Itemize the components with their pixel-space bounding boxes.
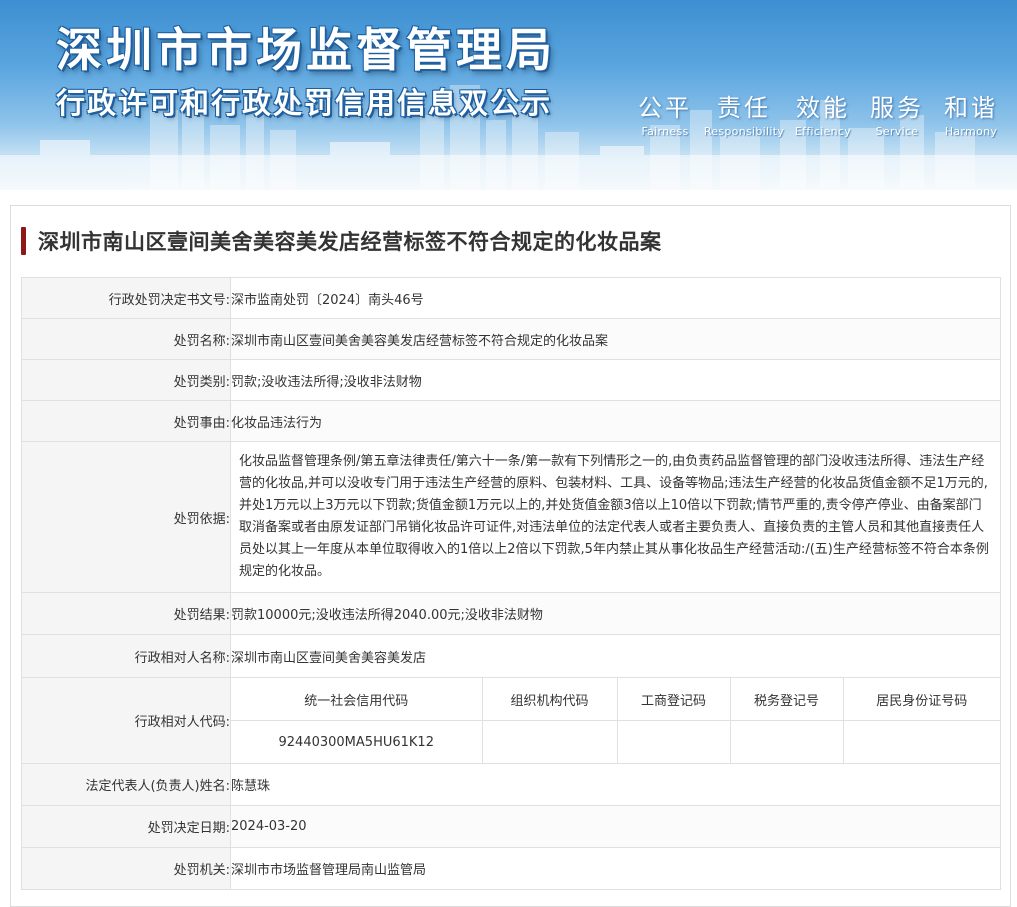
slogan-service: 服务 Service bbox=[860, 88, 934, 138]
table-row: 行政相对人名称: 深圳市南山区壹间美舍美容美发店 bbox=[21, 634, 1001, 678]
org-code-value bbox=[481, 720, 618, 763]
credit-code-value: 92440300MA5HU61K12 bbox=[231, 720, 483, 763]
slogan-cn: 效能 bbox=[796, 94, 850, 122]
penalty-name-value: 深圳市南山区壹间美舍美容美发店经营标签不符合规定的化妆品案 bbox=[230, 318, 1001, 360]
authority-value: 深圳市市场监督管理局南山监管局 bbox=[230, 847, 1001, 890]
table-row: 处罚依据: 化妆品监督管理条例/第五章法律责任/第六十一条/第一款有下列情形之一… bbox=[21, 441, 1001, 593]
field-label: 处罚类别: bbox=[21, 359, 231, 401]
table-row: 处罚机关: 深圳市市场监督管理局南山监管局 bbox=[21, 847, 1001, 890]
code-column-header: 组织机构代码 bbox=[481, 678, 618, 721]
case-title: 深圳市南山区壹间美舍美容美发店经营标签不符合规定的化妆品案 bbox=[38, 230, 662, 254]
table-row: 法定代表人(负责人)姓名: 陈慧珠 bbox=[21, 763, 1001, 806]
slogan-cn: 和谐 bbox=[944, 94, 998, 122]
id-number-value bbox=[842, 720, 1000, 763]
code-column-header: 税务登记号 bbox=[729, 678, 844, 721]
field-label: 处罚决定日期: bbox=[21, 805, 231, 848]
slogan-en: Service bbox=[875, 125, 919, 138]
slogan-fairness: 公平 Fairness bbox=[628, 88, 702, 138]
party-code-cell: 统一社会信用代码 组织机构代码 工商登记码 税务登记号 居民身份证号码 9244… bbox=[230, 677, 1001, 764]
table-row: 处罚类别: 罚款;没收违法所得;没收非法财物 bbox=[21, 359, 1001, 401]
slogan-harmony: 和谐 Harmony bbox=[934, 88, 1008, 138]
penalty-reason-value: 化妆品违法行为 bbox=[230, 400, 1001, 442]
header-banner: 深圳市市场监督管理局 行政许可和行政处罚信用信息双公示 公平 Fairness … bbox=[0, 0, 1017, 190]
field-label: 处罚事由: bbox=[21, 400, 231, 442]
slogan-cn: 服务 bbox=[870, 94, 924, 122]
field-label: 行政相对人代码: bbox=[21, 677, 231, 764]
tax-reg-value bbox=[729, 720, 844, 763]
slogan-cn: 公平 bbox=[638, 94, 692, 122]
slogan-responsibility: 责任 Responsibility bbox=[702, 88, 786, 138]
slogan-efficiency: 效能 Efficiency bbox=[786, 88, 860, 138]
code-column-header: 统一社会信用代码 bbox=[231, 678, 483, 721]
field-label: 处罚依据: bbox=[21, 441, 231, 593]
party-code-table: 统一社会信用代码 组织机构代码 工商登记码 税务登记号 居民身份证号码 9244… bbox=[231, 678, 1000, 763]
decision-date-value: 2024-03-20 bbox=[230, 805, 1001, 848]
title-accent-bar bbox=[21, 227, 26, 255]
field-label: 法定代表人(负责人)姓名: bbox=[21, 763, 231, 806]
field-label: 行政处罚决定书文号: bbox=[21, 277, 231, 319]
table-row: 处罚决定日期: 2024-03-20 bbox=[21, 805, 1001, 848]
code-column-header: 居民身份证号码 bbox=[842, 678, 1000, 721]
field-label: 处罚结果: bbox=[21, 592, 231, 635]
penalty-basis-value: 化妆品监督管理条例/第五章法律责任/第六十一条/第一款有下列情形之一的,由负责药… bbox=[230, 441, 1001, 593]
slogan-en: Efficiency bbox=[794, 125, 852, 138]
field-label: 处罚名称: bbox=[21, 318, 231, 360]
code-header-row: 统一社会信用代码 组织机构代码 工商登记码 税务登记号 居民身份证号码 bbox=[231, 678, 1000, 721]
field-label: 处罚机关: bbox=[21, 847, 231, 890]
case-detail-panel: 深圳市南山区壹间美舍美容美发店经营标签不符合规定的化妆品案 行政处罚决定书文号:… bbox=[10, 205, 1011, 907]
case-header: 深圳市南山区壹间美舍美容美发店经营标签不符合规定的化妆品案 bbox=[21, 226, 662, 256]
party-name-value: 深圳市南山区壹间美舍美容美发店 bbox=[230, 634, 1001, 678]
penalty-result-value: 罚款10000元;没收违法所得2040.00元;没收非法财物 bbox=[230, 592, 1001, 635]
slogan-en: Fairness bbox=[641, 125, 689, 138]
banner-subtitle: 行政许可和行政处罚信用信息双公示 bbox=[56, 86, 553, 120]
business-reg-value bbox=[616, 720, 731, 763]
table-row: 行政处罚决定书文号: 深市监南处罚〔2024〕南头46号 bbox=[21, 277, 1001, 319]
slogan-en: Responsibility bbox=[703, 125, 785, 138]
table-row: 处罚名称: 深圳市南山区壹间美舍美容美发店经营标签不符合规定的化妆品案 bbox=[21, 318, 1001, 360]
slogan-en: Harmony bbox=[944, 125, 998, 138]
case-info-table: 行政处罚决定书文号: 深市监南处罚〔2024〕南头46号 处罚名称: 深圳市南山… bbox=[21, 277, 1001, 890]
code-value-row: 92440300MA5HU61K12 bbox=[231, 720, 1000, 763]
banner-slogans: 公平 Fairness 责任 Responsibility 效能 Efficie… bbox=[628, 88, 1008, 138]
field-label: 行政相对人名称: bbox=[21, 634, 231, 678]
doc-number-value: 深市监南处罚〔2024〕南头46号 bbox=[230, 277, 1001, 319]
code-column-header: 工商登记码 bbox=[616, 678, 731, 721]
penalty-category-value: 罚款;没收违法所得;没收非法财物 bbox=[230, 359, 1001, 401]
table-row: 行政相对人代码: 统一社会信用代码 组织机构代码 工商登记码 税务登记号 居民身… bbox=[21, 677, 1001, 764]
table-row: 处罚结果: 罚款10000元;没收违法所得2040.00元;没收非法财物 bbox=[21, 592, 1001, 635]
legal-rep-value: 陈慧珠 bbox=[230, 763, 1001, 806]
banner-title: 深圳市市场监督管理局 bbox=[56, 23, 556, 77]
slogan-cn: 责任 bbox=[717, 94, 771, 122]
table-row: 处罚事由: 化妆品违法行为 bbox=[21, 400, 1001, 442]
